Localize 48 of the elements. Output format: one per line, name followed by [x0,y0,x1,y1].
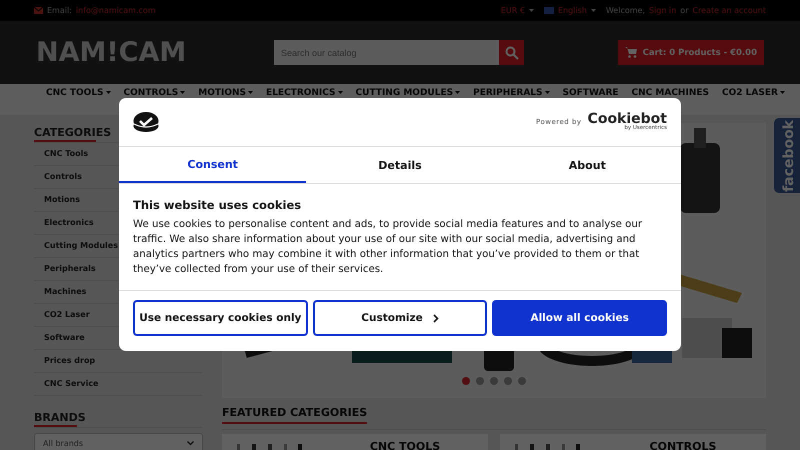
facebook-tab[interactable]: facebook [774,118,800,193]
nav-item[interactable]: CUTTING MODULES [356,88,460,99]
necessary-only-button[interactable]: Use necessary cookies only [133,300,308,336]
currency-selector[interactable]: EUR € [500,6,525,15]
cookie-check-icon [133,111,159,133]
allow-all-button[interactable]: Allow all cookies [492,300,668,336]
chevron-icon [187,441,194,446]
flag-icon [544,7,554,14]
category-card[interactable]: CONTROLS [500,434,766,450]
sign-in-link[interactable]: Sign in [649,6,676,15]
mail-icon [34,7,43,14]
slider-dot[interactable] [518,377,526,385]
category-link[interactable]: CNC Service [34,373,203,396]
nav-item[interactable]: CNC TOOLS [46,88,111,99]
caret-icon [528,9,534,12]
nav-item[interactable]: MOTIONS [198,88,254,99]
section-title: FEATURED CATEGORIES [222,406,368,424]
brands-select[interactable]: All brands [34,433,203,450]
nav-item[interactable]: CONTROLS [124,88,186,99]
language-selector[interactable]: English [558,6,587,15]
dialog-tab[interactable]: Details [306,147,494,183]
nav-item[interactable]: PERIPHERALS [473,88,550,99]
nav-item[interactable]: ELECTRONICS [266,88,343,99]
slider-dot[interactable] [504,377,512,385]
or-text: or [680,6,688,15]
category-card[interactable]: CNC TOOLS [222,434,488,450]
cookiebot-logo[interactable]: Cookiebot [588,112,667,126]
welcome-text: Welcome, [606,6,645,15]
dialog-tab[interactable]: Consent [119,147,306,183]
dialog-tab[interactable]: About [494,147,681,183]
nav-item[interactable]: SOFTWARE [562,88,619,99]
nav-item[interactable]: CNC MACHINES [632,88,709,99]
email-label: Email: [47,6,72,15]
email-link[interactable]: info@namicam.com [76,6,156,15]
cart-icon [624,47,637,58]
chevron-icon [432,314,439,322]
slider-dot[interactable] [490,377,498,385]
search-icon [504,46,518,60]
create-account-link[interactable]: Create an account [692,6,766,15]
cart-button[interactable]: Cart: 0 Products - €0.00 [618,40,764,65]
customize-button[interactable]: Customize [312,300,488,336]
slider-dot[interactable] [476,377,484,385]
caret-icon [590,9,596,12]
slider-dot[interactable] [462,377,470,385]
card-title: CNC TOOLS [368,440,442,450]
search-button[interactable] [499,40,524,65]
nav-item[interactable]: CO2 LASER [722,88,785,99]
card-title: CONTROLS [648,440,718,450]
